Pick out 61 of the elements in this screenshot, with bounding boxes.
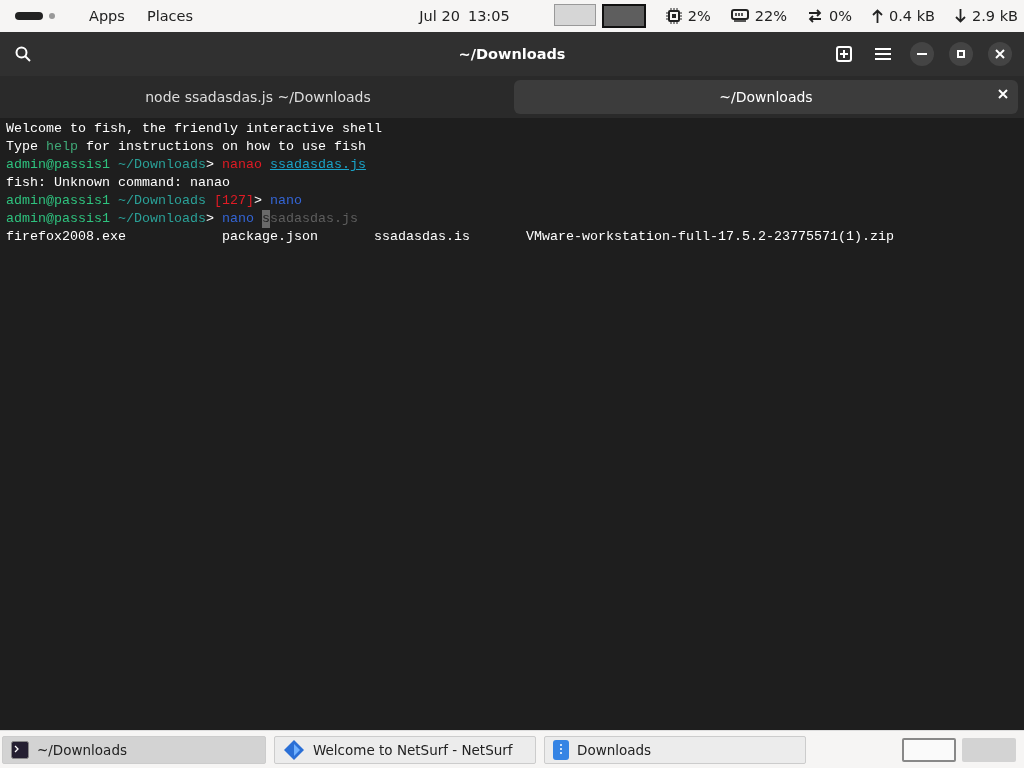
- terminal-text: ssadasdas.js: [269, 156, 366, 174]
- tab[interactable]: node ssadasdas.js ~/Downloads: [6, 80, 510, 114]
- taskbar-button[interactable]: Welcome to NetSurf - NetSurf: [274, 736, 536, 764]
- top-menu[interactable]: Apps: [89, 8, 125, 24]
- window-title: ~/Downloads: [458, 46, 566, 62]
- terminal-text: Type: [6, 138, 39, 156]
- workspace-thumbnail[interactable]: [601, 4, 646, 28]
- terminal-text: [127]: [213, 192, 254, 210]
- terminal-text: nano: [221, 210, 255, 228]
- plus-square-icon: [836, 46, 852, 62]
- close-button[interactable]: [988, 42, 1012, 66]
- terminal-text: ~/Downloads: [116, 192, 207, 210]
- terminal-text: nano: [269, 192, 302, 210]
- close-tab-icon[interactable]: [998, 89, 1008, 99]
- taskbar-button[interactable]: ~/Downloads: [2, 736, 266, 764]
- terminal-text: admin@passis1: [6, 156, 110, 174]
- terminal-text: >: [205, 156, 215, 174]
- terminal-text: admin@passis1: [6, 192, 110, 210]
- minimize-icon: [917, 53, 927, 55]
- text-cursor: s: [261, 210, 270, 228]
- terminal-text: ~/Downloads: [116, 210, 206, 228]
- terminal-text: Welcome to fish, the friendly interactive shell: [6, 120, 382, 138]
- workspace-button[interactable]: [902, 738, 956, 762]
- file-name: package.json: [222, 228, 319, 246]
- close-icon: [995, 49, 1005, 59]
- indicator-value: 0%: [828, 8, 852, 24]
- maximize-icon: [957, 50, 965, 58]
- document-icon: [553, 740, 569, 760]
- date[interactable]: Jul 20: [419, 8, 460, 24]
- top-menu[interactable]: Places: [146, 8, 193, 24]
- minimize-button[interactable]: [910, 42, 934, 66]
- search-icon: [15, 46, 31, 62]
- terminal-text: sadasdas.js: [269, 210, 358, 228]
- indicator-value: 2.9 kB: [972, 8, 1018, 24]
- terminal-text: ~/Downloads: [116, 156, 206, 174]
- tab[interactable]: ~/Downloads: [514, 80, 1018, 114]
- file-name: VMware-workstation-full-17.5.2-23775571(1).zip: [526, 228, 895, 246]
- terminal-text: for instructions on how to use fish: [85, 138, 366, 156]
- terminal-text: >: [205, 210, 215, 228]
- chip-icon: [665, 8, 682, 24]
- time[interactable]: 13:05: [467, 8, 510, 24]
- indicator-value: 22%: [754, 8, 787, 24]
- terminal-text: >: [253, 192, 263, 210]
- terminal-icon: [11, 741, 29, 759]
- memory-icon: [730, 9, 749, 23]
- menu-icon: [875, 47, 891, 61]
- down-arrow-icon: [955, 9, 966, 23]
- terminal-text: admin@passis1: [6, 210, 110, 228]
- indicator-value: 2%: [687, 8, 711, 24]
- diamond-icon: [283, 739, 305, 761]
- terminal-text: help: [46, 138, 78, 156]
- swap-arrows-icon: [806, 9, 823, 23]
- terminal-text: fish: Unknown command: nanao: [6, 174, 230, 192]
- terminal-text: nanao: [221, 156, 263, 174]
- file-name: ssadasdas.is: [374, 228, 471, 246]
- workspace-thumbnail[interactable]: [553, 4, 596, 26]
- up-arrow-icon: [871, 9, 883, 23]
- file-name: firefox2008.exe: [6, 228, 127, 246]
- maximize-button[interactable]: [949, 42, 973, 66]
- indicator-value: 0.4 kB: [888, 8, 935, 24]
- taskbar-button[interactable]: Downloads: [544, 736, 806, 764]
